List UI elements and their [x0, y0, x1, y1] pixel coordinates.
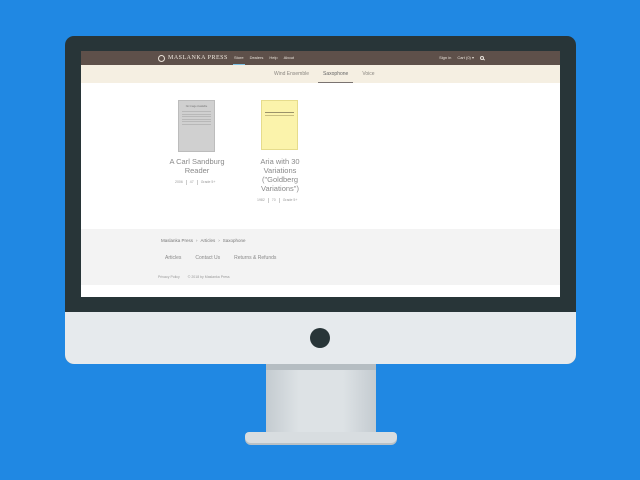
- monitor-logo-button: [310, 328, 330, 348]
- breadcrumb-articles[interactable]: Articles: [201, 238, 216, 243]
- footer-link-contact[interactable]: Contact Us: [195, 255, 220, 261]
- monitor-chin: [65, 312, 576, 364]
- product-title[interactable]: A Carl Sandburg Reader: [163, 157, 231, 175]
- screen: MASLANKA PRESS Store Dealers Help About …: [81, 51, 560, 297]
- tab-wind-ensemble[interactable]: Wind Ensemble: [267, 65, 316, 83]
- cart-link[interactable]: Cart (0) ▾: [457, 51, 474, 65]
- product-title[interactable]: Aria with 30 Variations ("Goldberg Varia…: [247, 157, 313, 193]
- monitor-base: [245, 432, 397, 443]
- footer-links: Articles Contact Us Returns & Refunds: [165, 255, 276, 261]
- logo-icon: [158, 54, 165, 62]
- privacy-link[interactable]: Privacy Policy: [158, 275, 180, 279]
- product-grade: Grade 5+: [196, 180, 219, 185]
- product-year: 1982: [257, 198, 265, 202]
- product-cover[interactable]: No Image Available: [178, 100, 215, 152]
- footer: Maslanka Press › Articles › Saxophone Ar…: [81, 229, 560, 285]
- main-nav: Store Dealers Help About: [231, 51, 297, 65]
- nav-about[interactable]: About: [281, 51, 297, 65]
- breadcrumb-separator: ›: [218, 238, 220, 243]
- nav-right: Sign in Cart (0) ▾: [439, 51, 484, 65]
- breadcrumb-separator: ›: [196, 238, 198, 243]
- breadcrumb-current: Saxophone: [222, 238, 246, 243]
- tab-saxophone[interactable]: Saxophone: [316, 65, 355, 83]
- copyright: © 2018 by Maslanka Press: [187, 275, 230, 279]
- logo[interactable]: MASLANKA PRESS: [158, 54, 228, 62]
- product-year: 2006: [175, 180, 183, 184]
- product-cover[interactable]: [261, 100, 298, 150]
- footer-link-returns[interactable]: Returns & Refunds: [234, 255, 276, 261]
- monitor-stand: [266, 364, 376, 434]
- footer-link-articles[interactable]: Articles: [165, 255, 181, 261]
- nav-dealers[interactable]: Dealers: [247, 51, 267, 65]
- search-icon[interactable]: [480, 56, 484, 60]
- breadcrumb: Maslanka Press › Articles › Saxophone: [161, 238, 246, 243]
- sign-in-link[interactable]: Sign in: [439, 51, 451, 65]
- product-pages: 70: [267, 198, 279, 203]
- tab-voice[interactable]: Voice: [355, 65, 381, 83]
- nav-store[interactable]: Store: [231, 51, 247, 65]
- product-pages: 47: [185, 180, 197, 185]
- cover-title: No Image Available: [185, 105, 208, 108]
- nav-help[interactable]: Help: [266, 51, 280, 65]
- cover-lines: [265, 112, 294, 115]
- monitor-stand-shadow: [266, 364, 376, 370]
- footer-bottom: Privacy Policy © 2018 by Maslanka Press: [158, 275, 230, 279]
- logo-text: MASLANKA PRESS: [168, 55, 228, 61]
- breadcrumb-home[interactable]: Maslanka Press: [161, 238, 193, 243]
- product-meta: 2006 47 Grade 5+: [172, 180, 218, 185]
- top-nav: MASLANKA PRESS Store Dealers Help About …: [81, 51, 560, 65]
- category-tabs: Wind Ensemble Saxophone Voice: [81, 65, 560, 83]
- product-grade: Grade 5+: [278, 198, 301, 203]
- cover-lines: [182, 111, 211, 124]
- product-meta: 1982 70 Grade 5+: [254, 198, 300, 203]
